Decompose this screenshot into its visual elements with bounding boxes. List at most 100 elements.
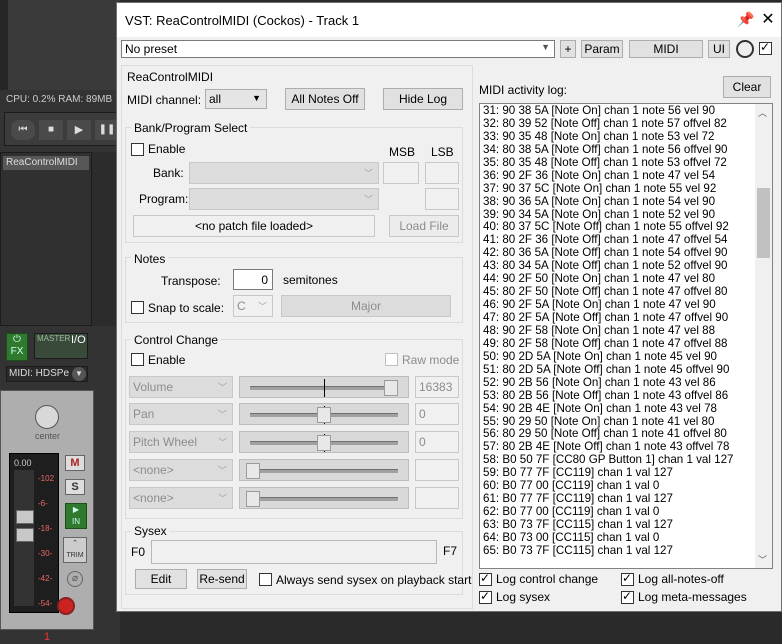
- log-lines: 31: 90 38 5A [Note On] chan 1 note 56 ve…: [483, 104, 753, 558]
- input-monitor-button[interactable]: ▶ IN: [65, 503, 87, 529]
- chevron-down-icon[interactable]: ▼: [72, 367, 86, 381]
- cc-source-select[interactable]: <none> ﹀: [129, 487, 233, 509]
- all-notes-off-button[interactable]: All Notes Off: [285, 88, 365, 110]
- track-number: 1: [43, 631, 51, 643]
- cc-value-slider[interactable]: [239, 431, 409, 453]
- stop-button[interactable]: ■: [39, 120, 63, 140]
- meter-tick: -42-: [38, 574, 53, 583]
- pin-icon[interactable]: 📌: [737, 11, 755, 29]
- cc-value-slider[interactable]: [239, 403, 409, 425]
- meter-scale: -102 -6- -18- -30- -42- -54-: [38, 466, 54, 616]
- always-send-sysex-label: Always send sysex on playback start: [276, 573, 472, 587]
- preset-select[interactable]: No preset ▼: [121, 40, 555, 58]
- cc-source-select[interactable]: Pitch Wheel ﹀: [129, 431, 233, 453]
- msb-input[interactable]: [383, 162, 419, 184]
- program-number-input[interactable]: [425, 188, 459, 210]
- slider-thumb[interactable]: [317, 435, 331, 451]
- param-button[interactable]: Param: [581, 40, 623, 58]
- lsb-input[interactable]: [425, 162, 459, 184]
- add-preset-button[interactable]: +: [560, 40, 576, 58]
- cc-value-slider[interactable]: [239, 487, 409, 509]
- log-line: 37: 90 37 5C [Note On] chan 1 note 55 ve…: [483, 181, 717, 195]
- meter-tick: -6-: [38, 499, 48, 508]
- cc-value-input[interactable]: 0: [415, 403, 459, 425]
- cc-source-select[interactable]: <none> ﹀: [129, 459, 233, 481]
- log-all-notes-off-checkbox[interactable]: [621, 571, 634, 586]
- hide-log-button[interactable]: Hide Log: [383, 88, 463, 110]
- log-scroll-thumb[interactable]: [757, 188, 770, 258]
- midi-channel-select[interactable]: all ▼: [205, 89, 267, 109]
- io-button[interactable]: I/O: [71, 334, 86, 346]
- cc-value-slider[interactable]: [239, 376, 409, 398]
- load-file-button[interactable]: Load File: [389, 215, 459, 237]
- slider-thumb[interactable]: [246, 491, 260, 507]
- cc-value-input[interactable]: [415, 459, 459, 481]
- close-icon[interactable]: ✕: [757, 9, 779, 31]
- chevron-down-icon: ﹀: [363, 194, 373, 205]
- bypass-checkbox[interactable]: [759, 40, 772, 55]
- log-sysex-checkbox[interactable]: [479, 589, 492, 604]
- bank-enable-label: Enable: [148, 142, 186, 156]
- cc-value-slider[interactable]: [239, 459, 409, 481]
- record-arm-button[interactable]: [57, 597, 75, 615]
- cc-source-select[interactable]: Pan ﹀: [129, 403, 233, 425]
- scale-select-button[interactable]: Major: [281, 295, 451, 317]
- cc-value-input[interactable]: 0: [415, 431, 459, 453]
- fx-label: FX: [10, 346, 24, 357]
- volume-fader-lower[interactable]: [16, 528, 34, 542]
- solo-button[interactable]: S: [65, 479, 85, 495]
- sysex-resend-button[interactable]: Re-send: [197, 569, 247, 589]
- raw-mode-checkbox[interactable]: [385, 353, 398, 366]
- log-meta-checkbox[interactable]: [621, 589, 634, 604]
- log-line: 65: B0 73 7F [CC115] chan 1 val 127: [483, 543, 673, 557]
- log-line: 50: 90 2D 5A [Note On] chan 1 note 45 ve…: [483, 349, 717, 363]
- slider-track: [250, 497, 398, 501]
- midi-channel-label: MIDI channel:: [127, 93, 202, 107]
- cc-source-select[interactable]: Volume ﹀: [129, 376, 233, 398]
- bank-enable-checkbox[interactable]: [131, 143, 144, 156]
- trim-button[interactable]: ⌃ TRIM: [63, 537, 87, 563]
- bank-select[interactable]: ﹀: [189, 162, 379, 184]
- phase-icon[interactable]: ⌀: [67, 571, 83, 587]
- play-button[interactable]: ▶: [67, 120, 91, 140]
- ui-button[interactable]: UI: [708, 40, 730, 58]
- log-line: 54: 90 2B 4E [Note On] chan 1 note 43 ve…: [483, 401, 717, 415]
- mute-button[interactable]: M: [65, 455, 85, 471]
- snap-to-scale-checkbox[interactable]: [131, 301, 144, 314]
- chevron-down-icon[interactable]: ﹀: [758, 553, 767, 566]
- pan-knob[interactable]: [35, 405, 59, 429]
- fx-chain-item[interactable]: ReaControlMIDI: [3, 156, 89, 170]
- log-meta-label: Log meta-messages: [638, 590, 747, 604]
- volume-fader[interactable]: [16, 510, 34, 524]
- sysex-input[interactable]: [151, 540, 437, 564]
- rewind-button[interactable]: ⏮: [11, 120, 35, 140]
- wet-knob[interactable]: [736, 40, 754, 58]
- clear-log-button[interactable]: Clear: [723, 76, 771, 98]
- log-cc-checkbox[interactable]: [479, 571, 492, 586]
- volume-readout: 0.00: [14, 458, 32, 468]
- slider-thumb[interactable]: [317, 407, 331, 423]
- meter-tick: -54-: [38, 599, 53, 608]
- trim-label: TRIM: [66, 552, 84, 559]
- chevron-up-icon[interactable]: ︿: [758, 106, 767, 119]
- sysex-edit-button[interactable]: Edit: [135, 569, 187, 589]
- midi-activity-log[interactable]: 31: 90 38 5A [Note On] chan 1 note 56 ve…: [479, 103, 773, 569]
- daw-background: CPU: 0.2% RAM: 89MB ⏮ ■ ▶ ❚❚ ReaControlM…: [0, 0, 120, 644]
- chevron-up-icon: ⌃: [72, 540, 78, 547]
- program-select[interactable]: ﹀: [189, 188, 379, 210]
- log-line: 36: 90 2F 36 [Note On] chan 1 note 47 ve…: [483, 168, 716, 182]
- fx-power-button[interactable]: ⏻ FX: [6, 333, 28, 361]
- slider-thumb[interactable]: [246, 463, 260, 479]
- cc-value-input[interactable]: [415, 487, 459, 509]
- log-line: 38: 90 36 5A [Note On] chan 1 note 54 ve…: [483, 194, 716, 208]
- scale-key-select[interactable]: C ﹀: [233, 295, 273, 317]
- cc-enable-checkbox[interactable]: [131, 353, 144, 366]
- cc-value-input[interactable]: 16383: [415, 376, 459, 398]
- power-icon: ⏻: [13, 334, 21, 345]
- log-line: 51: 80 2D 5A [Note Off] chan 1 note 45 o…: [483, 362, 730, 376]
- always-send-sysex-checkbox[interactable]: [259, 573, 272, 586]
- slider-thumb[interactable]: [383, 380, 398, 396]
- log-scrollbar[interactable]: ︿ ﹀: [755, 104, 772, 568]
- transpose-input[interactable]: 0: [233, 269, 273, 290]
- midi-button[interactable]: MIDI: [629, 40, 703, 58]
